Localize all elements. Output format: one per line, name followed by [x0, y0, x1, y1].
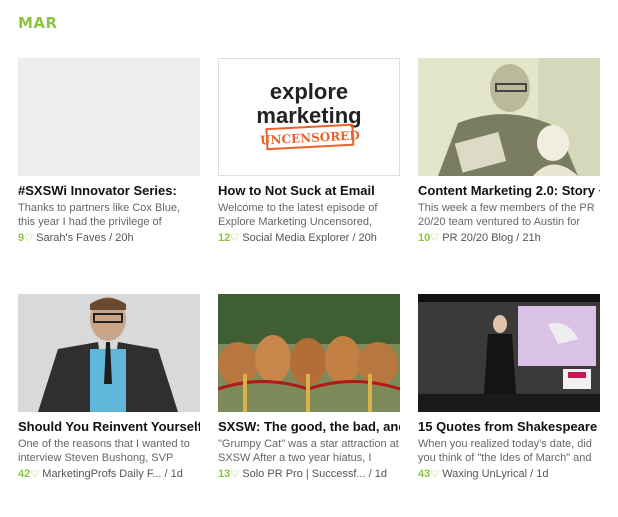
article-thumbnail[interactable] [18, 294, 200, 412]
favorite-count: 12 [218, 232, 231, 244]
article-title[interactable]: How to Not Suck at Email [218, 182, 400, 200]
heart-icon[interactable]: ♡ [230, 469, 239, 480]
article-source[interactable]: Social Media Explorer [242, 232, 349, 244]
article-excerpt: One of the reasons that I wanted to inte… [18, 438, 190, 464]
article-excerpt: "Grumpy Cat" was a star attraction at SX… [218, 438, 399, 464]
favorite-count: 42 [18, 468, 31, 480]
heart-icon[interactable]: ♡ [24, 233, 33, 244]
article-title[interactable]: #SXSWi Innovator Series: [18, 182, 200, 200]
article-source[interactable]: Solo PR Pro | Successf... [242, 468, 365, 480]
favorite-count: 13 [218, 468, 231, 480]
favorite-count: 43 [418, 468, 431, 480]
article-title[interactable]: SXSW: The good, the bad, and [218, 418, 400, 436]
explore-marketing-logo: explore marketing UNCENSORED [256, 79, 362, 151]
article-card[interactable]: 15 Quotes from Shakespeare When you real… [418, 294, 600, 481]
article-age: 1d [170, 468, 183, 480]
article-excerpt: Welcome to the latest episode of Explore… [218, 202, 378, 228]
heart-icon[interactable]: ♡ [430, 233, 439, 244]
heart-icon[interactable]: ♡ [430, 469, 439, 480]
article-card[interactable]: #SXSWi Innovator Series: Thanks to partn… [18, 58, 200, 245]
article-age: 1d [536, 468, 549, 480]
article-age: 20h [358, 232, 377, 244]
article-thumbnail[interactable] [418, 58, 600, 176]
article-excerpt: Thanks to partners like Cox Blue, this y… [18, 202, 181, 228]
man-opening-shirt-photo [18, 294, 200, 412]
speaker-on-stage-photo [418, 294, 600, 412]
article-age: 20h [115, 232, 134, 244]
cattle-behind-rope-photo [218, 294, 400, 412]
article-meta: 9♡ Sarah's Faves / 20h [18, 232, 134, 244]
article-age: 1d [374, 468, 387, 480]
article-title[interactable]: Should You Reinvent Yourself? [18, 418, 200, 436]
article-card[interactable]: explore marketing UNCENSORED How to Not … [218, 58, 400, 245]
logo-explore-text: explore [270, 79, 348, 104]
article-title[interactable]: 15 Quotes from Shakespeare [418, 418, 600, 436]
article-age: 21h [522, 232, 541, 244]
article-thumbnail[interactable]: explore marketing UNCENSORED [218, 58, 400, 176]
article-card[interactable]: Should You Reinvent Yourself? One of the… [18, 294, 200, 481]
heart-icon[interactable]: ♡ [230, 233, 239, 244]
article-excerpt: When you realized today's date, did you … [418, 438, 592, 464]
article-source[interactable]: Sarah's Faves [36, 232, 106, 244]
article-thumbnail[interactable] [218, 294, 400, 412]
article-excerpt: This week a few members of the PR 20/20 … [418, 202, 595, 228]
article-meta: 10♡ PR 20/20 Blog / 21h [418, 232, 541, 244]
article-source[interactable]: PR 20/20 Blog [442, 232, 513, 244]
article-meta: 42♡ MarketingProfs Daily F... / 1d [18, 468, 183, 480]
favorite-count: 10 [418, 232, 431, 244]
article-source[interactable]: MarketingProfs Daily F... [42, 468, 161, 480]
man-reading-with-child-photo [418, 58, 600, 176]
article-meta: 43♡ Waxing UnLyrical / 1d [418, 468, 549, 480]
article-meta: 12♡ Social Media Explorer / 20h [218, 232, 377, 244]
article-thumbnail[interactable] [418, 294, 600, 412]
article-title[interactable]: Content Marketing 2.0: Story + [418, 182, 600, 200]
month-heading: MAR [18, 14, 58, 32]
article-meta: 13♡ Solo PR Pro | Successf... / 1d [218, 468, 387, 480]
article-source[interactable]: Waxing UnLyrical [442, 468, 527, 480]
heart-icon[interactable]: ♡ [30, 469, 39, 480]
article-thumbnail-placeholder[interactable] [18, 58, 200, 176]
article-card[interactable]: SXSW: The good, the bad, and "Grumpy Cat… [218, 294, 400, 481]
article-card[interactable]: Content Marketing 2.0: Story + This week… [418, 58, 600, 245]
